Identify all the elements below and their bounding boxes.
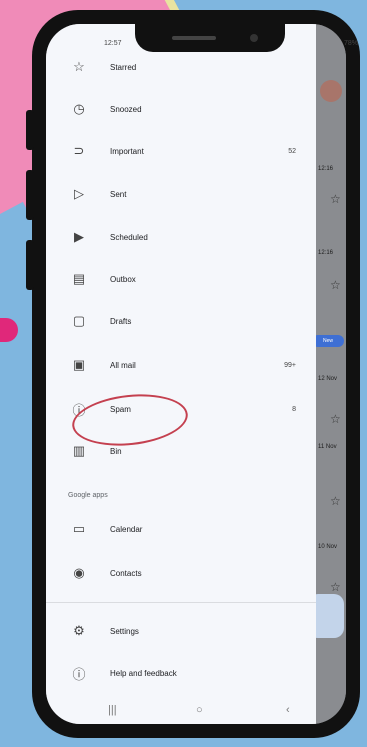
unread-count: 99+ [284, 361, 296, 369]
avatar[interactable] [320, 80, 342, 102]
drawer-item-outbox[interactable]: ▤ Outbox [46, 264, 316, 294]
drawer-item-label: All mail [110, 360, 136, 370]
section-header-google-apps: Google apps [68, 492, 108, 499]
new-badge: New [312, 335, 344, 347]
drawer-item-label: Scheduled [110, 232, 148, 242]
drawer-item-sent[interactable]: ▷ Sent [46, 179, 316, 209]
draft-icon: ▢ [72, 313, 86, 328]
star-icon[interactable]: ☆ [330, 494, 341, 508]
phone-frame: 12:16 ☆ 12:16 ☆ New 12 Nov ☆ 11 Nov ☆ 10… [26, 10, 360, 738]
drawer-item-bin[interactable]: ▥ Bin [46, 436, 316, 466]
contacts-icon: ◉ [73, 565, 85, 580]
phone-button-top [26, 110, 34, 150]
drawer-item-label: Contacts [110, 568, 142, 578]
send-icon: ▷ [74, 186, 84, 201]
back-button[interactable]: ‹ [286, 704, 290, 716]
star-icon[interactable]: ☆ [330, 278, 341, 292]
divider [46, 602, 316, 603]
drawer-item-label: Calendar [110, 524, 143, 534]
star-icon[interactable]: ☆ [330, 192, 341, 206]
drawer-item-snoozed[interactable]: ◷ Snoozed [46, 94, 316, 124]
calendar-icon: ▭ [72, 521, 86, 536]
background-dot [0, 318, 18, 342]
star-icon[interactable]: ☆ [330, 580, 341, 594]
important-icon: ⊃ [73, 143, 85, 158]
drawer-item-contacts[interactable]: ◉ Contacts [46, 558, 316, 588]
schedule-send-icon: ▶ [74, 229, 84, 244]
drawer-item-label: Sent [110, 189, 127, 199]
drawer-item-all-mail[interactable]: ▣ All mail 99+ [46, 350, 316, 380]
star-icon[interactable]: ☆ [330, 412, 341, 426]
drawer-item-help[interactable]: ⓘ Help and feedback [46, 658, 316, 688]
email-time: 11 Nov [318, 444, 337, 450]
drawer-item-drafts[interactable]: ▢ Drafts [46, 306, 316, 336]
drawer-item-calendar[interactable]: ▭ Calendar [46, 514, 316, 544]
settings-icon: ⚙ [73, 623, 85, 638]
email-time: 10 Nov [318, 544, 338, 550]
drawer-item-label: Help and feedback [110, 668, 177, 678]
all-mail-icon: ▣ [72, 357, 86, 372]
outbox-icon: ▤ [72, 271, 86, 286]
system-navigation-bar: ||| ○ ‹ [46, 700, 316, 724]
drawer-item-label: Important [110, 146, 144, 156]
speaker [172, 36, 216, 40]
drawer-item-starred[interactable]: ☆ Starred [46, 52, 316, 82]
drawer-item-settings[interactable]: ⚙ Settings [46, 616, 316, 646]
camera [250, 34, 258, 42]
drawer-item-label: Starred [110, 62, 137, 72]
bin-icon: ▥ [72, 443, 86, 458]
phone-button-mid [26, 170, 34, 220]
unread-count: 8 [292, 405, 296, 413]
phone-screen: 12:16 ☆ 12:16 ☆ New 12 Nov ☆ 11 Nov ☆ 10… [46, 24, 346, 724]
recents-button[interactable]: ||| [108, 704, 117, 716]
email-time: 12:16 [318, 166, 334, 172]
phone-button-low [26, 240, 34, 290]
email-time: 12 Nov [318, 376, 338, 382]
drawer-item-label: Outbox [110, 274, 136, 284]
drawer-item-label: Snoozed [110, 104, 142, 114]
clock-icon: ◷ [73, 101, 85, 116]
help-icon: ⓘ [72, 666, 86, 682]
unread-count: 52 [288, 147, 296, 155]
drawer-item-label: Bin [110, 446, 122, 456]
drawer-item-label: Settings [110, 626, 139, 636]
status-time: 12:57 [104, 40, 122, 47]
drawer-item-scheduled[interactable]: ▶ Scheduled [46, 222, 316, 252]
home-button[interactable]: ○ [196, 704, 203, 716]
status-battery: 78% [344, 40, 359, 47]
email-time: 12:16 [318, 250, 334, 256]
star-icon: ☆ [73, 59, 85, 74]
drawer-item-label: Drafts [110, 316, 132, 326]
drawer-item-important[interactable]: ⊃ Important 52 [46, 136, 316, 166]
navigation-drawer: ☆ Starred ◷ Snoozed ⊃ Important 52 ▷ Sen… [46, 24, 316, 724]
